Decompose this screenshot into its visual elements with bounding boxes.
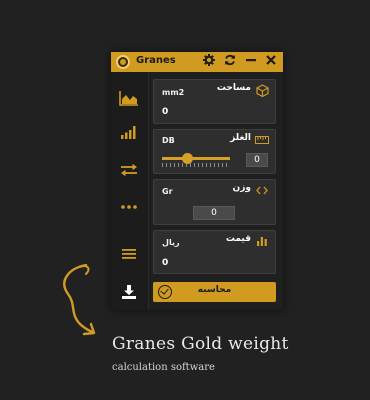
weight-panel: Gr وزن 0 bbox=[153, 179, 276, 225]
price-panel: ریال قیمت 0 bbox=[153, 230, 276, 274]
area-chart-icon[interactable] bbox=[117, 88, 141, 108]
curved-arrow-icon bbox=[63, 263, 96, 336]
price-value[interactable]: 0 bbox=[162, 258, 168, 268]
bar-chart-icon bbox=[255, 235, 269, 247]
thickness-title: الغلز bbox=[230, 133, 251, 143]
area-unit: mm2 bbox=[162, 88, 185, 97]
app-title: Granes bbox=[136, 55, 176, 66]
slider-ticks bbox=[162, 163, 230, 167]
menu-icon[interactable] bbox=[117, 244, 141, 264]
thickness-panel: DB الغلز 0 bbox=[153, 129, 276, 174]
caption-title: Granes Gold weight bbox=[112, 334, 289, 354]
sidebar bbox=[111, 72, 149, 310]
gear-icon[interactable] bbox=[202, 54, 216, 70]
area-title: مساحت bbox=[216, 83, 251, 93]
weight-value-field[interactable]: 0 bbox=[193, 206, 235, 220]
minimize-icon[interactable] bbox=[244, 54, 258, 70]
title-bar: Granes bbox=[111, 52, 283, 72]
thickness-unit: DB bbox=[162, 136, 175, 145]
weight-unit: Gr bbox=[162, 187, 173, 196]
caption-subtitle: calculation software bbox=[112, 362, 215, 373]
app-window: Granes mm2 مساحت 0 DB الغلز 0 Gr وزن 0 ر… bbox=[111, 52, 283, 310]
area-panel: mm2 مساحت 0 bbox=[153, 79, 276, 124]
calculate-label: محاسبه bbox=[197, 285, 232, 295]
calculate-button[interactable]: محاسبه bbox=[153, 282, 276, 302]
download-icon[interactable] bbox=[117, 282, 141, 302]
ruler-icon bbox=[255, 134, 269, 146]
weight-title: وزن bbox=[232, 183, 251, 193]
cube-icon bbox=[255, 83, 269, 97]
logo-icon bbox=[116, 55, 130, 69]
thickness-value-field[interactable]: 0 bbox=[246, 153, 268, 167]
code-brackets-icon bbox=[255, 184, 269, 196]
thickness-slider[interactable] bbox=[162, 153, 230, 164]
signal-bars-icon[interactable] bbox=[117, 122, 141, 142]
refresh-icon[interactable] bbox=[223, 54, 237, 70]
close-icon[interactable] bbox=[264, 54, 278, 70]
price-unit: ریال bbox=[162, 238, 180, 247]
swap-arrows-icon[interactable] bbox=[117, 160, 141, 180]
price-title: قیمت bbox=[225, 234, 251, 244]
area-value[interactable]: 0 bbox=[162, 107, 168, 117]
more-dots-icon[interactable] bbox=[117, 197, 141, 217]
